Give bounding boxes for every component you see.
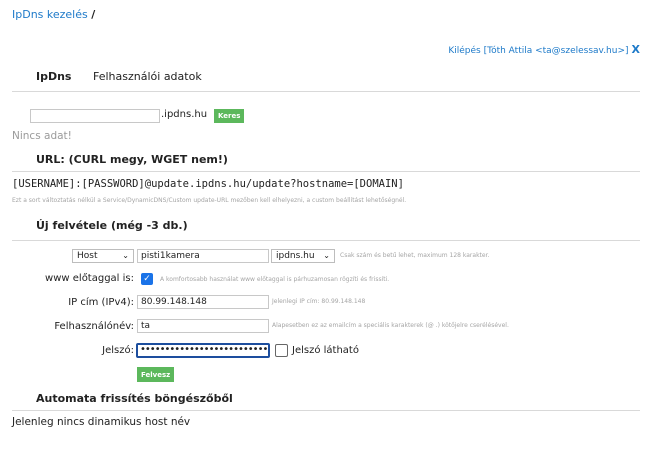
chevron-down-icon: ⌄: [122, 251, 129, 260]
username-input[interactable]: [137, 319, 269, 333]
record-type-select[interactable]: Host ⌄: [72, 249, 134, 263]
submit-button[interactable]: Felvesz: [137, 367, 175, 382]
search-input[interactable]: [30, 109, 160, 123]
url-section-divider: [12, 171, 640, 172]
tab-ipdns[interactable]: IpDns: [36, 70, 71, 83]
username-label: Felhasználónév:: [54, 321, 134, 332]
ip-input[interactable]: [137, 295, 269, 309]
domain-value: ipdns.hu: [276, 251, 315, 261]
tab-user-data[interactable]: Felhasználói adatok: [93, 70, 202, 83]
domain-select[interactable]: ipdns.hu ⌄: [271, 249, 335, 263]
username-hint: Alapesetben ez az emailcím a speciális k…: [272, 322, 509, 329]
show-password-checkbox[interactable]: [275, 344, 288, 357]
url-hint: Ezt a sort változtatás nélkül a Service/…: [12, 197, 407, 204]
search-button[interactable]: Keres: [214, 109, 245, 123]
password-input[interactable]: ••••••••••••••••••••••••••: [136, 343, 270, 358]
www-label: www előtaggal is:: [45, 273, 134, 284]
new-record-divider: [12, 240, 640, 241]
host-hint: Csak szám és betű lehet, maximum 128 kar…: [340, 252, 490, 259]
search-domain-suffix: .ipdns.hu: [161, 109, 208, 120]
logout-link[interactable]: Kilépés [Tóth Attila <ta@szelessav.hu>]: [448, 46, 628, 56]
breadcrumb: IpDns kezelés /: [12, 8, 95, 21]
chevron-down-icon: ⌄: [323, 251, 330, 260]
logout-close-icon[interactable]: X: [632, 43, 640, 56]
tab-divider: [12, 91, 640, 92]
show-password-label: Jelszó látható: [292, 345, 359, 356]
new-record-title: Új felvétele (még -3 db.): [36, 219, 188, 232]
www-hint: A komfortosabb használat www előtaggal i…: [160, 276, 390, 283]
url-template: [USERNAME]:[PASSWORD]@update.ipdns.hu/up…: [12, 178, 404, 190]
ip-hint: Jelenlegi IP cím: 80.99.148.148: [272, 298, 366, 305]
breadcrumb-separator: /: [91, 8, 96, 21]
password-label: Jelszó:: [102, 345, 134, 356]
www-checkbox[interactable]: ✓: [141, 273, 153, 285]
url-section-title: URL: (CURL megy, WGET nem!): [36, 153, 228, 166]
auto-refresh-text: Jelenleg nincs dinamikus host név: [12, 416, 191, 428]
record-type-value: Host: [77, 251, 98, 261]
logout-area: Kilépés [Tóth Attila <ta@szelessav.hu>] X: [448, 43, 640, 56]
ip-label: IP cím (IPv4):: [68, 297, 134, 308]
check-icon: ✓: [143, 274, 151, 284]
search-empty-message: Nincs adat!: [12, 130, 72, 142]
host-input[interactable]: [137, 249, 269, 263]
auto-refresh-title: Automata frissítés böngészőből: [36, 392, 233, 405]
breadcrumb-link-ipdns[interactable]: IpDns kezelés: [12, 8, 88, 21]
auto-refresh-divider: [12, 410, 640, 411]
